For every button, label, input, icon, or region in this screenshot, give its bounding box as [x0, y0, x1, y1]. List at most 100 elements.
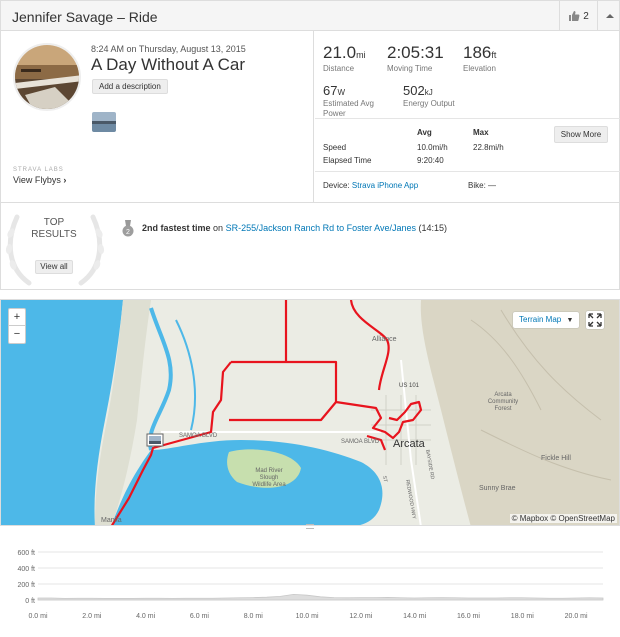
y-tick-label: 200 ft	[17, 582, 35, 589]
power-label-line2: Power	[323, 109, 346, 118]
moving-time-label: Moving Time	[387, 64, 433, 73]
caret-up-icon	[605, 14, 614, 18]
speed-label: Speed	[323, 143, 347, 152]
zoom-out-button[interactable]: −	[9, 326, 25, 343]
map-label-samoa-1: SAMOA BLVD	[179, 433, 218, 439]
avatar-photo	[15, 45, 79, 109]
energy-unit: kJ	[424, 88, 433, 97]
device-link[interactable]: Strava iPhone App	[352, 181, 418, 190]
y-tick-label: 400 ft	[17, 566, 35, 573]
x-tick-label: 18.0 mi	[511, 613, 534, 620]
zoom-in-button[interactable]: +	[9, 309, 25, 326]
segment-link[interactable]: SR-255/Jackson Ranch Rd to Foster Ave/Ja…	[226, 223, 416, 233]
y-tick-label: 0 ft	[25, 598, 35, 605]
activity-title: A Day Without A Car	[91, 55, 246, 74]
elevation-label: Elevation	[463, 64, 496, 73]
segment-time: (14:15)	[418, 223, 448, 233]
stat-moving-time: 2:05:31 Moving Time	[387, 43, 444, 73]
map-label-manila: Manila	[101, 517, 122, 524]
map-label-samoa-2: SAMOA BLVD	[341, 439, 380, 445]
activity-date: 8:24 AM on Thursday, August 13, 2015	[91, 44, 246, 54]
map-label-sunny-brae: Sunny Brae	[479, 485, 516, 492]
x-tick-label: 16.0 mi	[457, 613, 480, 620]
page-title: Jennifer Savage – Ride	[12, 9, 158, 25]
strava-labs-label: STRAVA LABS	[13, 167, 64, 173]
speed-max: 22.8mi/h	[473, 143, 504, 152]
elevation-chart-svg: 600 ft 400 ft 200 ft 0 ft 0.0 mi 2.0 mi 4.0 m…	[17, 550, 604, 620]
elevation-unit: ft	[491, 50, 497, 60]
stat-energy: 502kJ Energy Output	[403, 83, 455, 108]
distance-unit: mi	[356, 50, 366, 60]
laurel-wreath-icon	[5, 214, 105, 286]
energy-label: Energy Output	[403, 99, 455, 108]
power-label-line1: Estimated Avg	[323, 99, 374, 108]
elapsed-value: 9:20:40	[417, 156, 444, 165]
map-label-fickle-hill: Fickle Hill	[541, 455, 571, 462]
show-more-button[interactable]: Show More	[554, 126, 608, 143]
power-unit: W	[337, 88, 346, 97]
stat-distance: 21.0mi Distance	[323, 43, 366, 73]
activity-photo-thumbnail[interactable]	[92, 112, 116, 132]
moving-time-value: 2:05:31	[387, 43, 444, 62]
stats-divider	[315, 118, 620, 119]
x-tick-label: 0.0 mi	[28, 613, 48, 620]
avatar[interactable]	[13, 43, 81, 111]
stat-avg-power: 67W Estimated Avg Power	[323, 83, 374, 118]
top-results-section: TOP RESULTS View all 2 2nd fastest time …	[0, 203, 620, 290]
speed-avg: 10.0mi/h	[417, 143, 448, 152]
map-attribution[interactable]: © Mapbox © OpenStreetMap	[509, 514, 617, 523]
top-results-line1: TOP	[43, 217, 65, 228]
map-resize-handle[interactable]	[306, 524, 314, 529]
map-label-arcata: Arcata	[393, 438, 426, 450]
terrain-map-label: Terrain Map	[519, 315, 562, 324]
view-flybys-label: View Flybys	[13, 175, 61, 185]
device-label: Device:	[323, 181, 350, 190]
avg-column-header: Avg	[417, 128, 432, 137]
achievement-on: on	[213, 223, 224, 233]
view-all-button[interactable]: View all	[35, 260, 73, 274]
activity-summary: 8:24 AM on Thursday, August 13, 2015 A D…	[0, 31, 620, 203]
x-tick-label: 10.0 mi	[296, 613, 319, 620]
details-divider	[315, 171, 620, 172]
fullscreen-button[interactable]	[586, 311, 604, 329]
elevation-profile-area	[37, 593, 604, 601]
kudos-button[interactable]: 2	[559, 1, 597, 31]
energy-value: 502	[403, 83, 425, 98]
map-label-us101: US 101	[399, 383, 420, 389]
medal-icon: 2	[122, 220, 134, 237]
zoom-control: + −	[8, 308, 26, 344]
map-canvas: Alliance US 101 SAMOA BLVD SAMOA BLVD Ar…	[1, 300, 619, 525]
x-tick-label: 14.0 mi	[403, 613, 426, 620]
top-results-line2: RESULTS	[31, 229, 77, 240]
x-tick-label: 4.0 mi	[136, 613, 156, 620]
y-tick-label: 600 ft	[17, 550, 35, 557]
elevation-chart[interactable]: 600 ft 400 ft 200 ft 0 ft 0.0 mi 2.0 mi 4.0 m…	[0, 537, 620, 632]
achievement-rank: 2nd fastest time	[142, 223, 211, 233]
power-value: 67	[323, 83, 338, 98]
x-tick-label: 8.0 mi	[244, 613, 264, 620]
distance-label: Distance	[323, 64, 355, 73]
distance-value: 21.0	[323, 43, 357, 62]
chevron-right-icon: ›	[63, 175, 67, 185]
x-tick-label: 20.0 mi	[565, 613, 588, 620]
top-results-title: TOP RESULTS	[21, 217, 87, 241]
bike-info: Bike: —	[468, 181, 496, 190]
elevation-value: 186	[463, 43, 492, 62]
x-tick-label: 12.0 mi	[349, 613, 372, 620]
map-label-st: ST	[381, 475, 388, 482]
stat-elevation: 186ft Elevation	[463, 43, 496, 73]
terrain-map-dropdown[interactable]: Terrain Map ▼	[513, 312, 580, 328]
bike-value: —	[488, 181, 497, 190]
collapse-button[interactable]	[597, 1, 620, 31]
activity-header: Jennifer Savage – Ride 2	[0, 0, 620, 31]
add-description-button[interactable]: Add a description	[92, 79, 168, 94]
activity-info: 8:24 AM on Thursday, August 13, 2015 A D…	[1, 31, 314, 203]
expand-icon	[588, 313, 602, 327]
thumbs-up-icon	[569, 11, 580, 21]
route-map[interactable]: Alliance US 101 SAMOA BLVD SAMOA BLVD Ar…	[0, 299, 620, 526]
elapsed-label: Elapsed Time	[323, 156, 372, 165]
view-flybys-link[interactable]: View Flybys ›	[13, 175, 66, 185]
achievement: 2nd fastest time on SR-255/Jackson Ranch…	[142, 223, 447, 233]
device-info: Device: Strava iPhone App	[323, 181, 418, 190]
kudos-count: 2	[583, 10, 589, 22]
